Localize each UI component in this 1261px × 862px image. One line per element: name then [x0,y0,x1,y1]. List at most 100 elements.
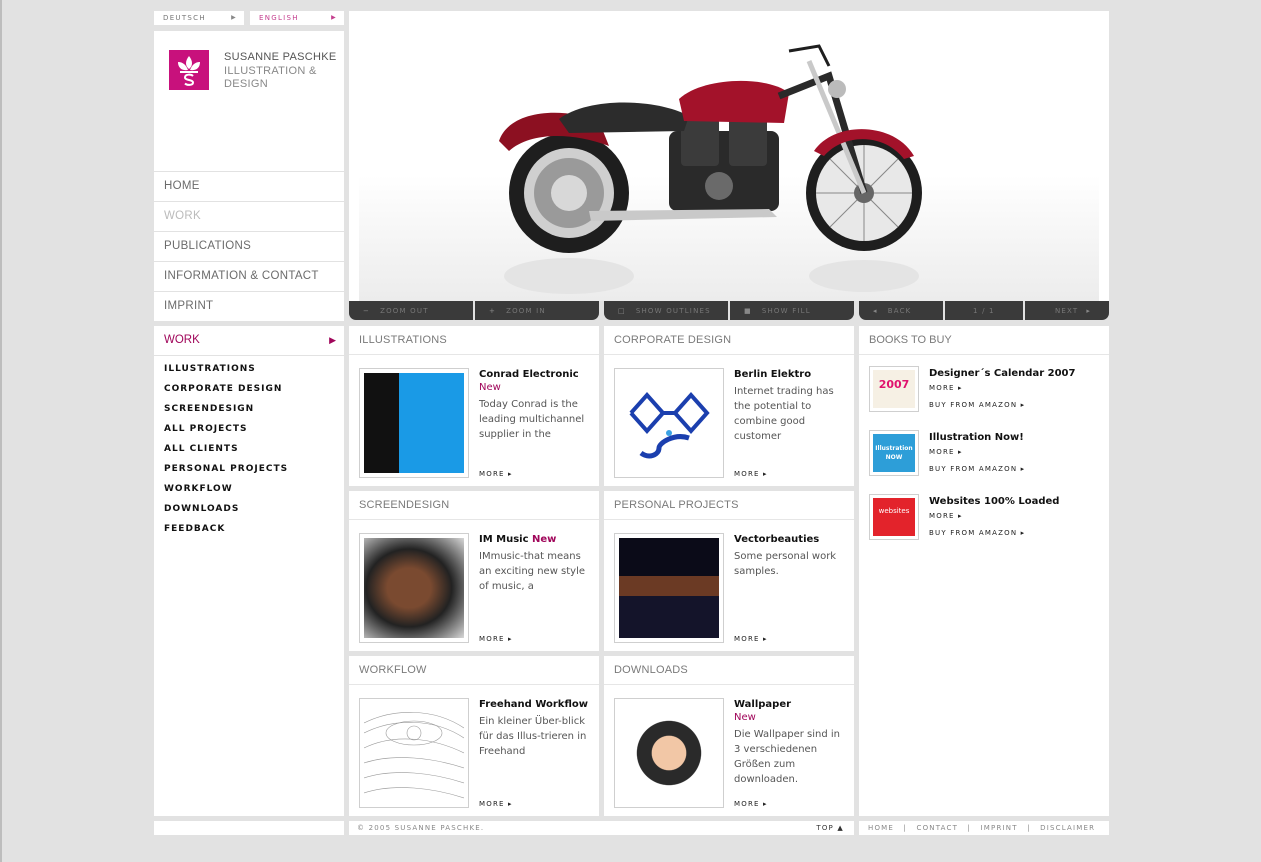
footer-separator: | [903,824,908,832]
card-thumbnail[interactable] [614,533,724,643]
card-title[interactable]: Wallpaper [734,698,849,711]
more-link[interactable]: MORE ▸ [479,800,513,808]
new-badge: New [479,382,501,393]
card-screendesign: SCREENDESIGN IM Music New IMmusic-that m… [349,491,599,651]
card-title[interactable]: IM Music New [479,533,594,546]
book-title[interactable]: Illustration Now! [929,432,1024,443]
more-link[interactable]: MORE ▸ [479,635,513,643]
card-personal-projects: PERSONAL PROJECTS Vectorbeauties Some pe… [604,491,854,651]
window-edge [0,0,2,862]
card-title[interactable]: Berlin Elektro [734,368,849,381]
card-thumbnail[interactable] [614,698,724,808]
card-title[interactable]: Conrad Electronic [479,368,594,381]
show-outlines-button[interactable]: □ SHOW OUTLINES [604,301,728,320]
nav-work[interactable]: WORK [154,202,344,232]
book-cover[interactable]: 2007 [869,366,919,412]
buy-from-amazon-link[interactable]: BUY FROM AMAZON ▸ [929,529,1025,537]
subnav-item-all-projects[interactable]: ALL PROJECTS [164,422,344,442]
brand-name-line2: ILLUSTRATION & [224,64,317,77]
portrait-illustration-image [364,373,464,473]
more-link[interactable]: MORE ▸ [929,448,963,456]
nav-imprint[interactable]: IMPRINT [154,292,344,322]
card-section-title: CORPORATE DESIGN [604,326,854,355]
subnav-item-corporate-design[interactable]: CORPORATE DESIGN [164,382,344,402]
more-link[interactable]: MORE ▸ [734,800,768,808]
card-text: Internet trading has the potential to co… [734,386,834,442]
back-to-top-link[interactable]: TOP ▲ [816,821,844,835]
card-body: Conrad Electronic New Today Conrad is th… [479,368,594,442]
nav-publications[interactable]: PUBLICATIONS [154,232,344,262]
show-fill-label: SHOW FILL [761,307,811,315]
subnav-item-workflow[interactable]: WORKFLOW [164,482,344,502]
lang-english-link[interactable]: ENGLISH ▶ [250,11,344,25]
buy-from-amazon-link[interactable]: BUY FROM AMAZON ▸ [929,401,1025,409]
card-title[interactable]: Freehand Workflow [479,698,594,711]
pager-label: 1 / 1 [973,307,995,315]
brand-block[interactable]: SUSANNE PASCHKE ILLUSTRATION & DESIGN [154,31,344,171]
plus-icon: + [489,307,497,315]
card-section-title: SCREENDESIGN [349,491,599,520]
lang-deutsch-link[interactable]: DEUTSCH ▶ [154,11,244,25]
card-section-title: WORKFLOW [349,656,599,685]
book-cover[interactable]: Illustration NOW [869,430,919,476]
nav-information-contact[interactable]: INFORMATION & CONTACT [154,262,344,292]
card-thumbnail[interactable] [359,698,469,808]
book-cover-label: 2007 [873,370,915,408]
subnav-item-personal-projects[interactable]: PERSONAL PROJECTS [164,462,344,482]
back-button[interactable]: ◂ BACK [859,301,943,320]
card-thumbnail[interactable] [359,368,469,478]
book-cover-label: Illustration NOW [873,434,915,472]
lang-english-label: ENGLISH [259,14,299,22]
hero-image-motorcycle [359,21,1099,301]
nav-home[interactable]: HOME [154,172,344,202]
zoom-in-button[interactable]: + ZOOM IN [475,301,599,320]
show-fill-button[interactable]: ■ SHOW FILL [730,301,854,320]
card-text: Some personal work samples. [734,551,837,577]
footer-link-disclaimer[interactable]: DISCLAIMER [1040,824,1095,832]
zoom-in-label: ZOOM IN [506,307,546,315]
subnav-item-all-clients[interactable]: ALL CLIENTS [164,442,344,462]
card-title[interactable]: Vectorbeauties [734,533,849,546]
more-link[interactable]: MORE ▸ [734,470,768,478]
book-title[interactable]: Websites 100% Loaded [929,496,1059,507]
footer-link-home[interactable]: HOME [868,824,894,832]
card-body: Berlin Elektro Internet trading has the … [734,368,849,444]
subnav-list: ILLUSTRATIONS CORPORATE DESIGN SCREENDES… [154,356,344,542]
book-item: 2007 Designer´s Calendar 2007 MORE ▸ BUY… [869,366,1104,416]
new-badge: New [734,712,756,723]
book-cover[interactable]: websites [869,494,919,540]
lang-deutsch-label: DEUTSCH [163,14,206,22]
card-text: Today Conrad is the leading multichannel… [479,399,585,440]
show-outlines-label: SHOW OUTLINES [635,307,711,315]
more-link[interactable]: MORE ▸ [929,512,963,520]
card-body: IM Music New IMmusic-that means an excit… [479,533,594,594]
subnav-item-illustrations[interactable]: ILLUSTRATIONS [164,362,344,382]
footer-link-imprint[interactable]: IMPRINT [981,824,1018,832]
card-text: IMmusic-that means an exciting new style… [479,551,586,592]
book-item: Illustration NOW Illustration Now! MORE … [869,430,1104,480]
footer-link-contact[interactable]: CONTACT [916,824,958,832]
more-link[interactable]: MORE ▸ [929,384,963,392]
subnav-item-screendesign[interactable]: SCREENDESIGN [164,402,344,422]
book-item: websites Websites 100% Loaded MORE ▸ BUY… [869,494,1104,544]
pager-indicator: 1 / 1 [945,301,1023,320]
buy-from-amazon-link[interactable]: BUY FROM AMAZON ▸ [929,465,1025,473]
card-thumbnail[interactable] [359,533,469,643]
card-text: Die Wallpaper sind in 3 verschiedenen Gr… [734,729,840,785]
card-corporate-design: CORPORATE DESIGN Berlin Elektro Internet… [604,326,854,486]
veiled-portrait-image [619,538,719,638]
zoom-out-button[interactable]: − ZOOM OUT [349,301,473,320]
next-button[interactable]: NEXT ▸ [1025,301,1109,320]
hero-viewer [349,11,1109,301]
filled-square-icon: ■ [744,307,752,315]
more-link[interactable]: MORE ▸ [734,635,768,643]
more-link[interactable]: MORE ▸ [479,470,513,478]
musician-photo-image [364,538,464,638]
subnav-head-work[interactable]: WORK ▶ [154,326,344,356]
arrow-right-icon: ▶ [329,335,336,345]
card-title-text: IM Music [479,534,529,545]
book-title[interactable]: Designer´s Calendar 2007 [929,368,1075,379]
subnav-item-downloads[interactable]: DOWNLOADS [164,502,344,522]
subnav-item-feedback[interactable]: FEEDBACK [164,522,344,542]
card-thumbnail[interactable] [614,368,724,478]
